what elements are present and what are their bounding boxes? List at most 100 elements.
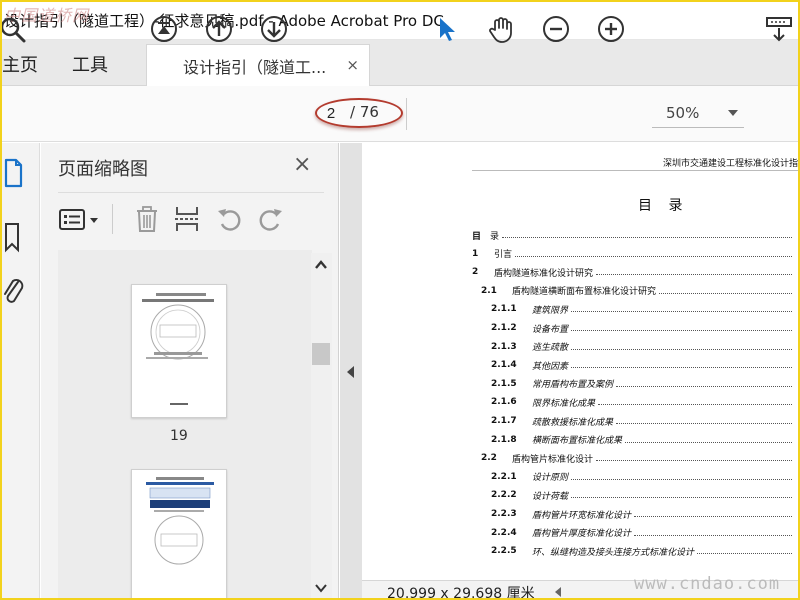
toc-entry-number: 2.2.4 (491, 527, 517, 538)
toc-entry[interactable]: 2.2.4 盾构管片厚度标准化设计 (362, 525, 798, 541)
toc-leader-dots (634, 516, 792, 517)
toc-entry-number: 2.2.1 (491, 471, 517, 482)
tab-home[interactable]: 主页 (2, 51, 38, 77)
page-thumbnails-icon[interactable] (2, 152, 26, 196)
rotate-counterclockwise-icon[interactable] (215, 204, 245, 234)
document-page[interactable]: 深圳市交通建设工程标准化设计指 目 录 目录 1 引言 2 盾构隧道标准化设计研究 2.1… (362, 143, 798, 580)
trash-icon[interactable] (133, 204, 161, 234)
toc-entry-label: 盾构管片环宽标准化设计 (532, 510, 632, 521)
toc-entry-label: 盾构管片厚度标准化设计 (532, 529, 632, 540)
toc-entry[interactable]: 2.1.6 限界标准化成果 (362, 394, 798, 410)
toc-title: 目 录 (638, 198, 689, 214)
search-icon[interactable] (0, 14, 30, 44)
zoom-out-icon[interactable] (541, 14, 571, 44)
chevron-left-icon[interactable] (555, 587, 561, 597)
toc-entry-number: 2.1 (481, 285, 497, 296)
toc-entry[interactable]: 2.1.5 常用盾构布置及案例 (362, 376, 798, 392)
toc-entry[interactable]: 1 引言 (362, 246, 798, 262)
toc-leader-dots (598, 404, 792, 406)
page-total: / 76 (350, 103, 379, 121)
insert-pages-icon[interactable] (173, 204, 201, 234)
page-size: 20.999 x 29.698 厘米 (387, 586, 535, 600)
toc-entry[interactable]: 2.2.2 设计荷载 (362, 487, 798, 503)
navigation-rail (2, 143, 40, 598)
toc-entry-number: 2.1.3 (491, 341, 517, 352)
toc-entry-label: 环、纵缝构造及接头连接方式标准化设计 (532, 547, 695, 558)
previous-page-icon[interactable] (204, 14, 234, 44)
toc-leader-dots (571, 330, 792, 331)
toc-entry[interactable]: 2.2.5 环、纵缝构造及接头连接方式标准化设计 (362, 543, 798, 559)
toc-entry-number: 1 (472, 248, 479, 259)
toc-entry-number: 2.2.2 (491, 490, 517, 501)
thumbnails-scrollbar[interactable] (311, 253, 332, 598)
toc-entry-number: 2.1.4 (491, 360, 517, 371)
scroll-mode-icon[interactable] (764, 14, 794, 44)
toc-leader-dots (697, 553, 792, 555)
zoom-in-icon[interactable] (596, 14, 626, 44)
close-icon[interactable]: × (293, 152, 311, 177)
toc-entry[interactable]: 2.1.2 设备布置 (362, 320, 798, 336)
first-page-icon[interactable] (149, 14, 179, 44)
scroll-down-icon[interactable] (313, 580, 329, 596)
toc-entry-number: 2.2 (481, 453, 497, 464)
tab-document[interactable]: 设计指引（隧道工... × (146, 44, 370, 86)
page-thumbnail[interactable] (131, 469, 227, 598)
attachment-icon[interactable] (2, 274, 26, 310)
toc-entry[interactable]: 2.1.7 疏散救援标准化成果 (362, 413, 798, 429)
toc-entry[interactable]: 2.1.3 逃生疏散 (362, 339, 798, 355)
toc-entry[interactable]: 2 盾构隧道标准化设计研究 (362, 264, 798, 280)
tab-close-icon[interactable]: × (346, 56, 359, 74)
toc-leader-dots (625, 441, 792, 443)
hand-tool-icon[interactable] (486, 14, 516, 44)
header-rule (472, 170, 798, 171)
page-thumbnail[interactable] (131, 284, 227, 418)
tab-tools[interactable]: 工具 (72, 51, 108, 77)
toc-entry[interactable]: 2.1.8 横断面布置标准化成果 (362, 432, 798, 448)
toc-entry-label: 常用盾构布置及案例 (532, 380, 614, 391)
toc-leader-dots (616, 385, 792, 387)
toc-entry[interactable]: 2.2.3 盾构管片环宽标准化设计 (362, 506, 798, 522)
toc-entry-number: 2.1.8 (491, 434, 517, 445)
tab-document-label: 设计指引（隧道工... (183, 57, 327, 77)
bookmark-icon[interactable] (2, 220, 26, 254)
panel-divider (58, 192, 324, 193)
toc-entry-number: 2 (472, 267, 479, 278)
toc-entry-number: 2.1.6 (491, 397, 517, 408)
toc-entry[interactable]: 目录 (362, 227, 798, 243)
rotate-clockwise-icon[interactable] (255, 204, 285, 234)
toc-leader-dots (571, 367, 792, 369)
toc-entry[interactable]: 2.1.1 建筑限界 (362, 301, 798, 317)
scrollbar-thumb[interactable] (312, 343, 330, 365)
zoom-select[interactable]: 50% (652, 98, 744, 128)
page-number-input[interactable] (320, 102, 342, 124)
toc-leader-dots (596, 460, 792, 462)
select-cursor-icon[interactable] (432, 14, 462, 44)
toc-leader-dots (571, 497, 792, 499)
toc-entry-label: 设计原则 (532, 473, 569, 484)
toc-entry[interactable]: 2.1.4 其他因素 (362, 357, 798, 373)
toc-entry-number: 2.2.3 (491, 509, 517, 519)
toc-leader-dots (515, 255, 792, 257)
toc-entry-label: 设计荷载 (532, 491, 569, 502)
toc-entry[interactable]: 2.2.1 设计原则 (362, 469, 798, 485)
collapse-panel-icon[interactable] (345, 364, 357, 380)
page-header-text: 深圳市交通建设工程标准化设计指 (662, 159, 798, 169)
tab-bar: 主页 工具 设计指引（隧道工... × (2, 40, 798, 86)
toc-entry-label: 建筑限界 (532, 305, 569, 316)
toc-leader-dots (634, 534, 792, 536)
zoom-value: 50% (666, 104, 700, 122)
panel-title: 页面缩略图 (58, 159, 148, 180)
next-page-icon[interactable] (259, 14, 289, 44)
toolbar-divider (406, 98, 407, 130)
toc-leader-dots (616, 423, 792, 424)
options-menu-icon[interactable] (58, 206, 102, 234)
acrobat-window: 设计指引（隧道工程）-征求意见稿.pdf - Adobe Acrobat Pro… (0, 0, 800, 600)
toc-entry-label: 盾构隧道标准化设计研究 (494, 268, 594, 279)
scroll-up-icon[interactable] (313, 257, 329, 273)
toc-entry-label: 盾构隧道横断面布置标准化设计研究 (512, 287, 657, 298)
toc-entry-label: 横断面布置标准化成果 (532, 436, 623, 447)
toc-entry[interactable]: 2.2 盾构管片标准化设计 (362, 450, 798, 466)
toc-entry-label: 设备布置 (532, 324, 569, 335)
toc-entry-number: 目 (472, 231, 482, 242)
toc-entry[interactable]: 2.1 盾构隧道横断面布置标准化设计研究 (362, 283, 798, 299)
